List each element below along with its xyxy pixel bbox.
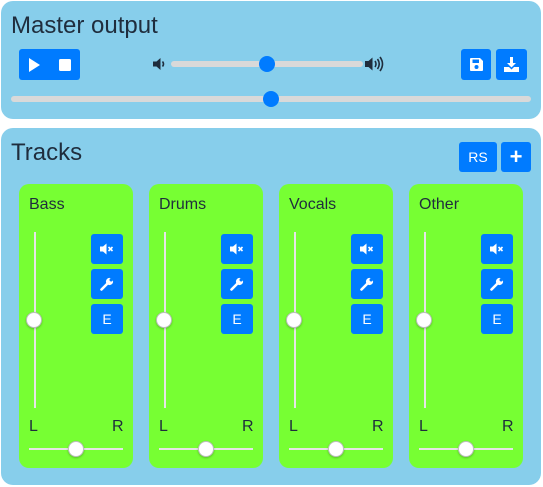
play-button[interactable] bbox=[19, 49, 49, 80]
track-pan-slider[interactable] bbox=[159, 441, 253, 457]
pan-left-label: L bbox=[419, 418, 428, 435]
settings-button[interactable] bbox=[91, 269, 123, 299]
edit-button[interactable]: E bbox=[481, 304, 513, 334]
pan-right-label: R bbox=[372, 418, 384, 435]
pan-left-label: L bbox=[289, 418, 298, 435]
wrench-icon bbox=[490, 277, 504, 291]
track-card-vocals: Vocals E L R bbox=[279, 184, 393, 468]
track-volume-thumb[interactable] bbox=[286, 312, 302, 328]
track-name: Bass bbox=[29, 196, 65, 213]
track-pan-thumb[interactable] bbox=[198, 441, 214, 457]
track-volume-slider[interactable] bbox=[286, 232, 302, 408]
track-name: Drums bbox=[159, 196, 207, 213]
track-volume-slider[interactable] bbox=[156, 232, 172, 408]
rs-button[interactable]: RS bbox=[459, 142, 497, 172]
track-name: Other bbox=[419, 196, 460, 213]
download-button[interactable] bbox=[496, 49, 527, 80]
track-pan-thumb[interactable] bbox=[458, 441, 474, 457]
track-card-drums: Drums E L R bbox=[149, 184, 263, 468]
edit-button[interactable]: E bbox=[91, 304, 123, 334]
master-position-thumb[interactable] bbox=[263, 91, 279, 107]
pan-right-label: R bbox=[112, 418, 124, 435]
pan-left-label: L bbox=[159, 418, 168, 435]
edit-button[interactable]: E bbox=[351, 304, 383, 334]
track-name: Vocals bbox=[289, 196, 337, 213]
track-volume-thumb[interactable] bbox=[416, 312, 432, 328]
track-pan-slider[interactable] bbox=[419, 441, 513, 457]
mute-button[interactable] bbox=[221, 234, 253, 264]
save-icon bbox=[469, 58, 483, 71]
track-volume-slider[interactable] bbox=[26, 232, 42, 408]
mute-button[interactable] bbox=[351, 234, 383, 264]
pan-left-label: L bbox=[29, 418, 38, 435]
mute-icon bbox=[490, 243, 504, 255]
volume-high-icon bbox=[365, 56, 385, 72]
pan-right-label: R bbox=[242, 418, 254, 435]
edit-button[interactable]: E bbox=[221, 304, 253, 334]
download-icon bbox=[504, 57, 519, 72]
wrench-icon bbox=[360, 277, 374, 291]
mute-button[interactable] bbox=[481, 234, 513, 264]
wrench-icon bbox=[100, 277, 114, 291]
track-card-bass: Bass E L R bbox=[19, 184, 133, 468]
mute-icon bbox=[230, 243, 244, 255]
volume-low-icon bbox=[153, 57, 167, 71]
tracks-panel: Tracks RS + Bass E L R Drums E L R Vocal… bbox=[1, 128, 541, 485]
track-pan-slider[interactable] bbox=[289, 441, 383, 457]
mute-button[interactable] bbox=[91, 234, 123, 264]
track-volume-thumb[interactable] bbox=[156, 312, 172, 328]
master-volume-thumb[interactable] bbox=[259, 56, 275, 72]
stop-button[interactable] bbox=[49, 49, 80, 80]
master-output-panel: Master output bbox=[1, 1, 541, 119]
track-volume-slider[interactable] bbox=[416, 232, 432, 408]
master-position-slider[interactable] bbox=[11, 91, 531, 107]
settings-button[interactable] bbox=[221, 269, 253, 299]
play-icon bbox=[28, 57, 40, 72]
settings-button[interactable] bbox=[481, 269, 513, 299]
mute-icon bbox=[100, 243, 114, 255]
master-output-title: Master output bbox=[11, 12, 158, 39]
track-card-other: Other E L R bbox=[409, 184, 523, 468]
stop-icon bbox=[58, 58, 71, 71]
settings-button[interactable] bbox=[351, 269, 383, 299]
pan-right-label: R bbox=[502, 418, 514, 435]
transport-button-group bbox=[19, 49, 80, 80]
tracks-title: Tracks bbox=[11, 139, 83, 166]
track-volume-thumb[interactable] bbox=[26, 312, 42, 328]
track-pan-slider[interactable] bbox=[29, 441, 123, 457]
master-volume-slider[interactable] bbox=[171, 56, 363, 72]
track-pan-thumb[interactable] bbox=[68, 441, 84, 457]
save-button[interactable] bbox=[461, 49, 491, 80]
mute-icon bbox=[360, 243, 374, 255]
wrench-icon bbox=[230, 277, 244, 291]
track-pan-thumb[interactable] bbox=[328, 441, 344, 457]
add-track-button[interactable]: + bbox=[501, 142, 531, 172]
